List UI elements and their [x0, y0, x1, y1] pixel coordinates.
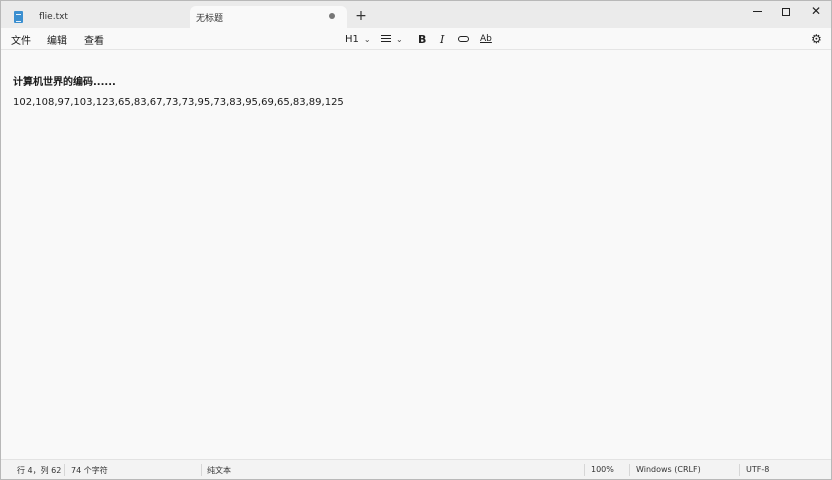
maximize-icon	[782, 7, 790, 16]
menu-file[interactable]: 文件	[11, 32, 31, 47]
character-count: 74 个字符	[71, 466, 108, 475]
tab-label: 无标题	[196, 13, 224, 24]
minimize-icon	[752, 11, 762, 12]
status-divider	[739, 464, 740, 476]
format-indicator[interactable]: 纯文本	[207, 465, 231, 476]
menu-bar: 文件 编辑 查看 H1 ⌄ ⌄ B I Ab ⚙	[1, 28, 831, 50]
menu-edit[interactable]: 编辑	[47, 32, 67, 47]
editor-line[interactable]: 102,108,97,103,123,65,83,67,73,73,95,73,…	[13, 97, 344, 108]
spellcheck-icon: Ab	[480, 34, 492, 44]
heading-label: H1	[345, 33, 359, 45]
bold-button[interactable]: B	[418, 31, 426, 47]
notepad-window: flie.txt 无标题 + ✕ 文件 编辑 查看 H1 ⌄ ⌄ B I Ab	[0, 0, 832, 480]
encoding[interactable]: UTF-8	[746, 465, 769, 474]
menu-view[interactable]: 查看	[84, 32, 104, 47]
tab-untitled[interactable]: 无标题	[190, 6, 347, 28]
status-bar: 行 4，列 62 74 个字符 纯文本 100% Windows (CRLF) …	[1, 459, 831, 479]
gear-icon: ⚙	[811, 32, 822, 46]
list-dropdown[interactable]: ⌄	[381, 31, 403, 47]
status-divider	[201, 464, 202, 476]
chevron-down-icon: ⌄	[396, 34, 403, 44]
settings-button[interactable]: ⚙	[811, 31, 822, 47]
new-tab-button[interactable]: +	[353, 9, 369, 25]
maximize-button[interactable]	[772, 3, 800, 21]
editor-line[interactable]: 计算机世界的编码......	[13, 73, 116, 88]
notepad-icon	[14, 11, 23, 23]
status-divider	[64, 464, 65, 476]
title-bar: flie.txt 无标题 + ✕	[1, 1, 831, 28]
spellcheck-button[interactable]: Ab	[480, 31, 492, 47]
text-editor[interactable]: 计算机世界的编码...... 102,108,97,103,123,65,83,…	[1, 51, 831, 459]
zoom-level[interactable]: 100%	[591, 465, 614, 474]
list-icon	[381, 35, 391, 43]
cursor-position: 行 4，列 62	[17, 466, 62, 475]
link-button[interactable]	[458, 31, 469, 47]
heading-dropdown[interactable]: H1 ⌄	[345, 31, 371, 47]
close-icon: ✕	[810, 4, 822, 18]
line-ending[interactable]: Windows (CRLF)	[636, 465, 701, 474]
status-divider	[584, 464, 585, 476]
minimize-button[interactable]	[743, 3, 771, 21]
status-divider	[629, 464, 630, 476]
unsaved-dot-icon[interactable]	[329, 13, 335, 19]
chevron-down-icon: ⌄	[363, 34, 371, 44]
close-button[interactable]: ✕	[802, 3, 830, 21]
italic-button[interactable]: I	[440, 31, 444, 47]
tab-label: flie.txt	[39, 12, 68, 22]
tab-flie-txt[interactable]: flie.txt	[7, 6, 187, 28]
link-icon	[458, 36, 469, 42]
